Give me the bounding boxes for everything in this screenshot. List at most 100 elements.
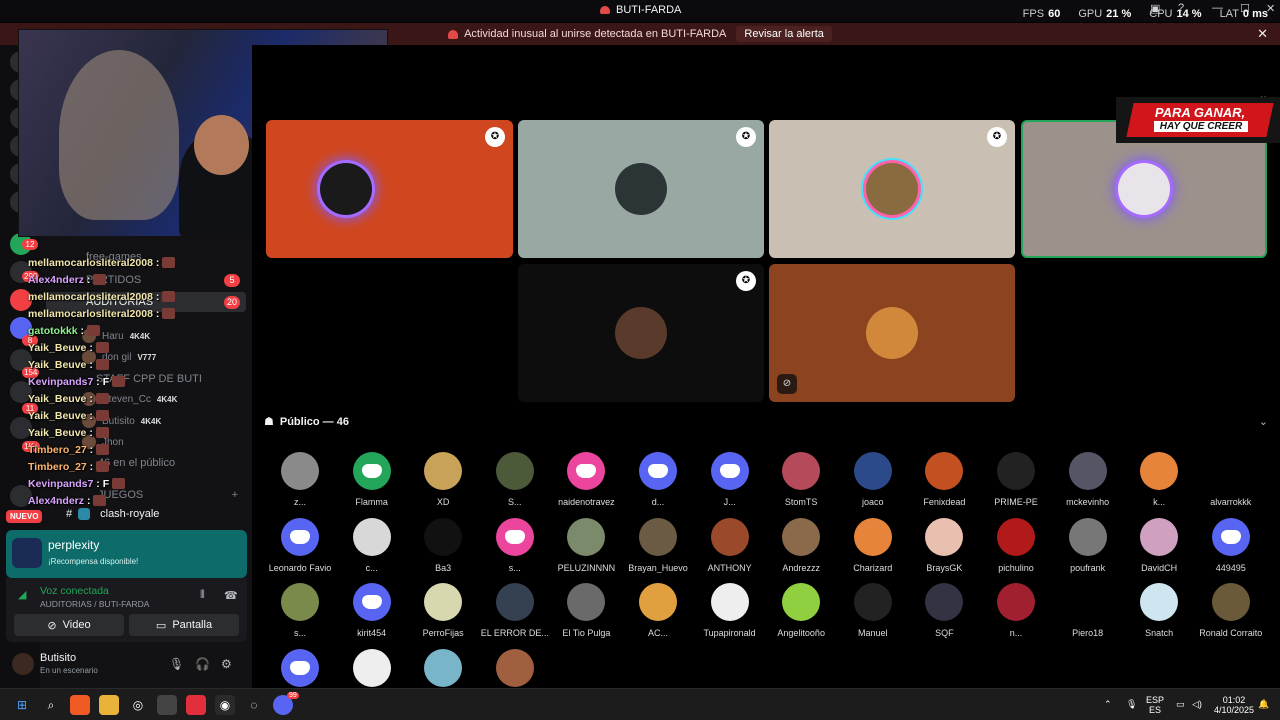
speaker-tile[interactable]: ✪ (518, 264, 764, 402)
audience-member[interactable]: mckevinho (1052, 452, 1124, 507)
audience-member[interactable]: s... (264, 583, 336, 638)
audience-member[interactable]: PerroFijas (407, 583, 479, 638)
audience-member[interactable]: Flamma (336, 452, 408, 507)
chat-line: Timbero_27 : (28, 461, 110, 473)
audience-member[interactable] (407, 648, 479, 694)
dismiss-alert-icon[interactable]: ✕ (1257, 26, 1268, 42)
chevron-down-icon[interactable]: ⌄ (1259, 415, 1268, 428)
emote-icon (95, 342, 109, 353)
language-indicator[interactable]: ESP ES (1146, 695, 1164, 715)
audience-member[interactable]: Ronald Corraito (1195, 583, 1267, 638)
volume-icon[interactable]: ◁) (1192, 699, 1202, 709)
screen-share-button[interactable]: ▭ Pantalla (129, 614, 239, 636)
avatar[interactable] (12, 653, 34, 675)
microphone-icon[interactable]: 🎙 (169, 657, 184, 671)
app-icon[interactable] (186, 695, 206, 715)
perplexity-promo[interactable]: perplexity ¡Recompensa disponible! (6, 530, 247, 578)
headphones-icon[interactable]: 🎧 (195, 657, 210, 671)
audience-member[interactable]: AC... (622, 583, 694, 638)
audience-member[interactable] (264, 648, 336, 694)
audience-member[interactable]: S... (479, 452, 551, 507)
file-explorer-icon[interactable] (99, 695, 119, 715)
audience-member[interactable]: DavidCH (1123, 517, 1195, 573)
app-icon[interactable]: ◌ (244, 695, 264, 715)
tray-expand-icon[interactable]: ⌃ (1104, 699, 1112, 709)
audience-member[interactable]: Leonardo Favio (264, 517, 336, 573)
clock[interactable]: 01:02 4/10/2025 (1212, 695, 1256, 715)
windows-start-icon[interactable]: ⊞ (12, 695, 32, 715)
audience-member[interactable]: PRIME-PE (980, 452, 1052, 507)
chat-line: mellamocarlosliteral2008 : (28, 257, 176, 269)
audience-member[interactable]: z... (264, 452, 336, 507)
audience-member[interactable]: Fenixdead (908, 452, 980, 507)
audience-member[interactable]: Andrezzz (765, 517, 837, 573)
network-icon[interactable]: ▭ (1176, 699, 1185, 709)
audience-member[interactable]: kirit454 (336, 583, 408, 638)
title-bar: BUTI-FARDA FPS 60 GPU 21 % CPU 14 % LAT 0 ms… (0, 0, 1280, 22)
obs-icon[interactable]: ◎ (128, 695, 148, 715)
add-channel-icon[interactable]: + (232, 489, 238, 501)
inbox-icon[interactable]: ▣ (1150, 2, 1160, 15)
audience-member[interactable]: Snatch (1123, 583, 1195, 638)
audience-member[interactable]: 449495 (1195, 517, 1267, 573)
review-alert-button[interactable]: Revisar la alerta (736, 26, 832, 42)
audience-member[interactable]: Ba3 (407, 517, 479, 573)
audience-member[interactable]: StomTS (765, 452, 837, 507)
audience-member[interactable] (336, 648, 408, 694)
audience-name: joaco (862, 497, 884, 507)
audience-member[interactable]: J... (694, 452, 766, 507)
audience-member[interactable]: poufrank (1052, 517, 1124, 573)
settings-gear-icon[interactable]: ⚙ (221, 657, 232, 671)
emote-icon (162, 291, 176, 302)
chrome-icon[interactable]: ◉ (215, 695, 235, 715)
soundboard-icon[interactable]: ⦀ (200, 589, 205, 602)
avatar (495, 452, 534, 490)
audience-member[interactable]: SQF (908, 583, 980, 638)
audience-member[interactable]: s... (479, 517, 551, 573)
audience-member[interactable]: Manuel (837, 583, 909, 638)
video-button[interactable]: ⊘ Video (14, 614, 124, 636)
username[interactable]: Butisito (40, 652, 76, 664)
audience-member[interactable]: Tupapironald (694, 583, 766, 638)
voice-channel-path[interactable]: AUDITORIAS / BUTI-FARDA (40, 599, 149, 609)
help-icon[interactable]: ? (1178, 2, 1184, 14)
emote-icon (112, 376, 126, 387)
avatar (1118, 163, 1170, 215)
speaker-tile[interactable]: ✪ (266, 120, 513, 258)
audience-member[interactable]: El Tio Pulga (550, 583, 622, 638)
audience-member[interactable]: BraysGK (908, 517, 980, 573)
audience-member[interactable]: PELUZINNNN (550, 517, 622, 573)
minimize-icon[interactable]: — (1212, 2, 1223, 14)
microphone-icon[interactable]: 🎙 (1126, 699, 1137, 709)
avatar (710, 452, 749, 490)
audience-member[interactable]: joaco (837, 452, 909, 507)
audience-member[interactable]: pichulino (980, 517, 1052, 573)
audience-member[interactable]: ANTHONY (694, 517, 766, 573)
brave-browser-icon[interactable] (70, 695, 90, 715)
channel-clash-royale[interactable]: # clash-royale (46, 504, 246, 524)
audience-member[interactable]: Piero18 (1052, 583, 1124, 638)
close-icon[interactable]: ✕ (1266, 2, 1275, 15)
audience-member[interactable]: XD (407, 452, 479, 507)
disconnect-icon[interactable]: ☎ (224, 589, 238, 602)
audience-member[interactable]: d... (622, 452, 694, 507)
audience-member[interactable] (479, 648, 551, 694)
speaker-tile[interactable]: ⊘ (769, 264, 1015, 402)
audience-member[interactable]: Angelitooño (765, 583, 837, 638)
audience-member[interactable]: n... (980, 583, 1052, 638)
search-icon[interactable]: ⌕ (41, 695, 61, 715)
notifications-icon[interactable]: 🔔 (1258, 699, 1269, 709)
chat-line: Alex4nderz : (28, 495, 107, 507)
audience-member[interactable]: EL ERROR DE... (479, 583, 551, 638)
audience-header[interactable]: ☗ Público — 46 (264, 415, 349, 429)
audience-member[interactable]: naidenotravez (550, 452, 622, 507)
app-icon[interactable] (157, 695, 177, 715)
audience-member[interactable]: alvarrokkk (1195, 452, 1267, 507)
audience-member[interactable]: Brayan_Huevo (622, 517, 694, 573)
speaker-tile[interactable]: ✪ (518, 120, 764, 258)
maximize-icon[interactable]: ☐ (1240, 2, 1250, 15)
speaker-tile[interactable]: ✪ (769, 120, 1015, 258)
audience-member[interactable]: c... (336, 517, 408, 573)
audience-member[interactable]: Charizard (837, 517, 909, 573)
audience-member[interactable]: k... (1123, 452, 1195, 507)
